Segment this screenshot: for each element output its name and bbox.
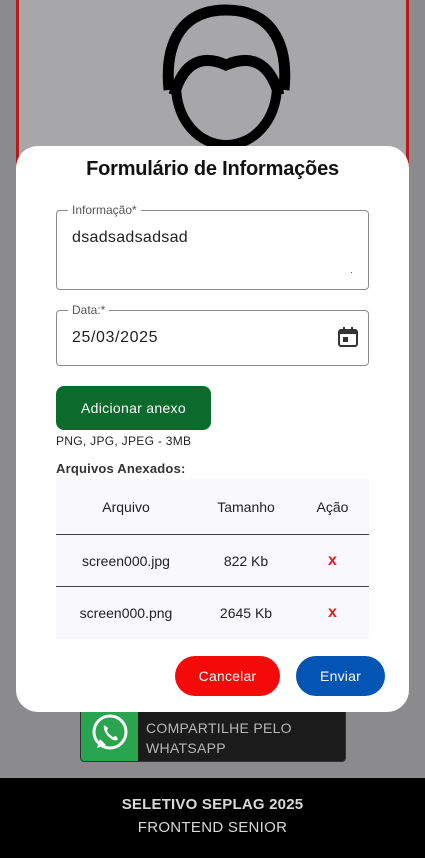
whatsapp-line1: COMPARTILHE PELO: [146, 720, 292, 736]
table-row: screen000.png 2645 Kb x: [56, 587, 369, 639]
whatsapp-line2: WHATSAPP: [146, 740, 226, 756]
file-type-hint: PNG, JPG, JPEG - 3MB: [56, 434, 192, 448]
whatsapp-icon: [81, 705, 138, 761]
header-size: Tamanho: [217, 498, 275, 515]
table-row: screen000.jpg 822 Kb x: [56, 535, 369, 587]
modal-title: Formulário de Informações: [86, 158, 339, 180]
file-name: screen000.png: [79, 605, 173, 621]
footer-title: SELETIVO SEPLAG 2025: [121, 796, 304, 813]
file-name: screen000.jpg: [82, 552, 170, 569]
attached-files-title: Arquivos Anexados:: [56, 461, 186, 476]
share-whatsapp-button[interactable]: COMPARTILHE PELO WHATSAPP: [80, 704, 346, 762]
info-field-label: Informação*: [68, 203, 141, 217]
person-outline-icon: [162, 4, 291, 150]
header-action: Ação: [316, 498, 349, 515]
footer: SELETIVO SEPLAG 2025 FRONTEND SENIOR: [0, 778, 425, 858]
footer-subtitle: FRONTEND SENIOR: [137, 819, 288, 836]
profile-card: [16, 0, 409, 170]
info-field[interactable]: Informação* dsadsadsadsad: [56, 203, 369, 290]
resize-handle-icon[interactable]: [351, 272, 352, 273]
cancel-button[interactable]: Cancelar: [175, 656, 280, 696]
info-form-modal: Formulário de Informações Informação* ds…: [16, 146, 409, 712]
date-field[interactable]: Data:* 25/03/2025: [56, 303, 369, 366]
date-field-value[interactable]: 25/03/2025: [72, 329, 158, 347]
file-size: 822 Kb: [223, 552, 269, 569]
info-field-value[interactable]: dsadsadsadsad: [72, 229, 188, 247]
date-field-label: Data:*: [68, 303, 110, 317]
add-attachment-button[interactable]: Adicionar anexo: [56, 386, 211, 430]
delete-x-icon[interactable]: x: [328, 604, 337, 621]
table-header: Arquivo Tamanho Ação: [56, 479, 369, 535]
delete-x-icon[interactable]: x: [328, 552, 337, 569]
calendar-icon[interactable]: [336, 325, 360, 349]
send-button[interactable]: Enviar: [296, 656, 385, 696]
attachments-table: Arquivo Tamanho Ação screen000.jpg 822 K…: [56, 479, 369, 639]
whatsapp-label: COMPARTILHE PELO WHATSAPP: [138, 708, 292, 758]
header-file: Arquivo: [102, 498, 150, 515]
file-size: 2645 Kb: [219, 605, 273, 621]
